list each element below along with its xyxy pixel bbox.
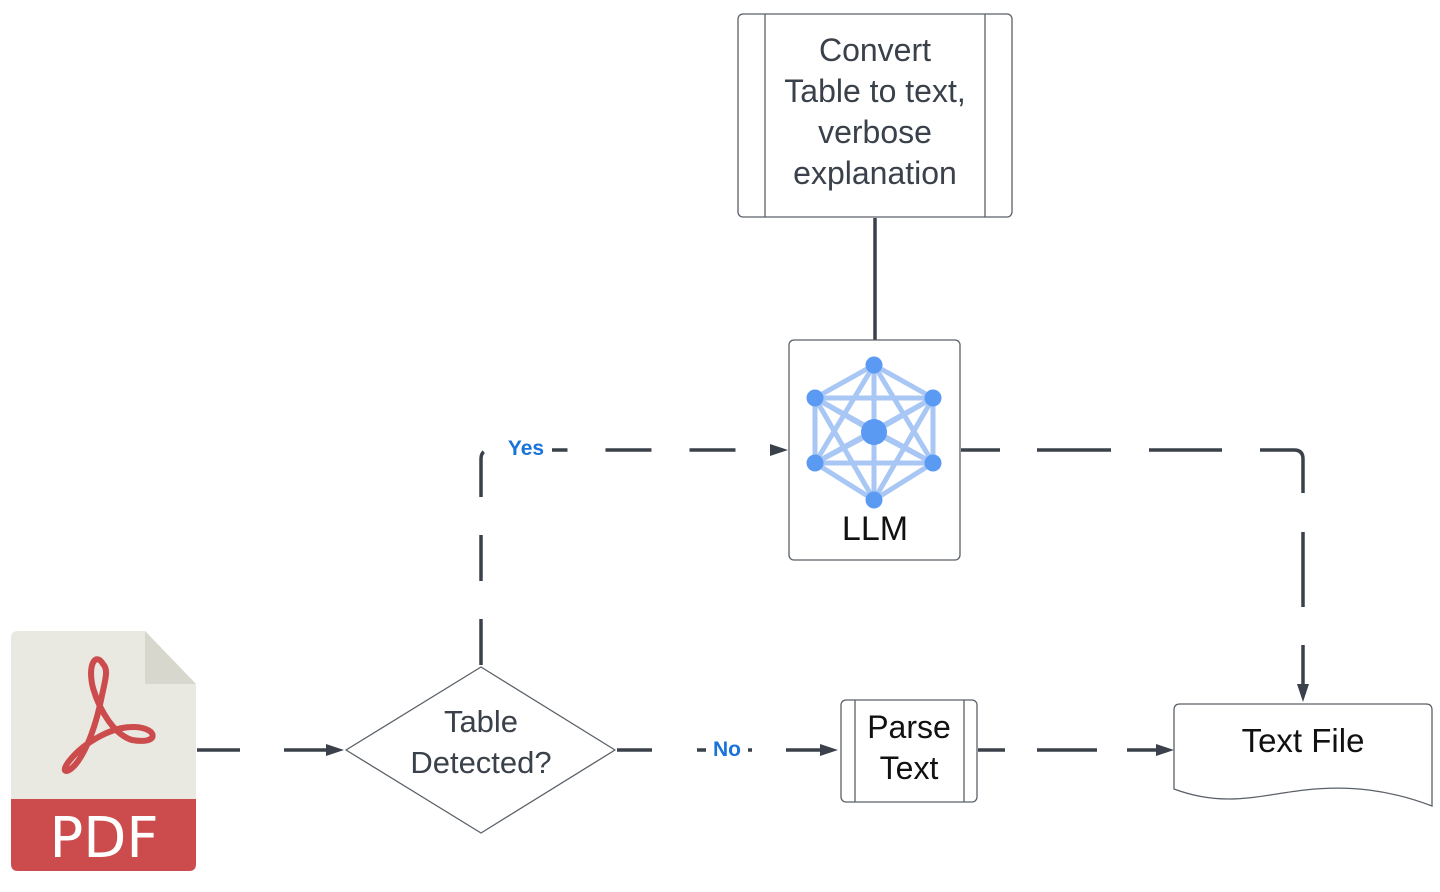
process-convert-table[interactable]: Convert Table to text, verbose explanati… bbox=[737, 13, 1013, 218]
convert-label-line1: Convert bbox=[819, 32, 931, 68]
decision-label-line2: Detected? bbox=[410, 745, 551, 780]
document-text-file[interactable]: Text File bbox=[1173, 703, 1433, 807]
convert-label-line2: Table to text, bbox=[784, 73, 965, 109]
connector-parse-to-textfile[interactable] bbox=[978, 744, 1174, 756]
network-node bbox=[865, 491, 883, 509]
edge-label-no: No bbox=[713, 738, 741, 761]
pdf-page-fold bbox=[145, 631, 196, 684]
pdf-file-icon[interactable]: PDF bbox=[11, 631, 196, 871]
network-node bbox=[924, 389, 942, 407]
network-node bbox=[806, 389, 824, 407]
decision-label-line1: Table bbox=[444, 704, 518, 739]
flowchart-canvas: Yes No PDF Table Detected? Convert Table… bbox=[11, 13, 1433, 871]
decision-table-detected[interactable]: Table Detected? bbox=[345, 666, 616, 834]
network-center-node bbox=[861, 419, 887, 445]
parse-label-line1: Parse bbox=[867, 709, 951, 745]
network-node bbox=[924, 454, 942, 472]
network-node bbox=[865, 356, 883, 374]
textfile-label: Text File bbox=[1242, 722, 1365, 759]
network-node bbox=[806, 454, 824, 472]
llm-label: LLM bbox=[842, 510, 908, 548]
connector-pdf-to-decision[interactable] bbox=[197, 744, 344, 756]
connector-llm-to-textfile[interactable] bbox=[961, 448, 1309, 702]
edge-label-yes: Yes bbox=[508, 437, 544, 460]
convert-label-line4: explanation bbox=[793, 155, 957, 191]
connector-decision-to-llm-yes[interactable] bbox=[479, 444, 788, 665]
convert-label-line3: verbose bbox=[818, 114, 932, 150]
parse-label-line2: Text bbox=[880, 750, 939, 786]
pdf-label: PDF bbox=[49, 806, 158, 871]
llm-node[interactable]: LLM bbox=[788, 339, 961, 561]
process-parse-text[interactable]: Parse Text bbox=[840, 699, 978, 803]
